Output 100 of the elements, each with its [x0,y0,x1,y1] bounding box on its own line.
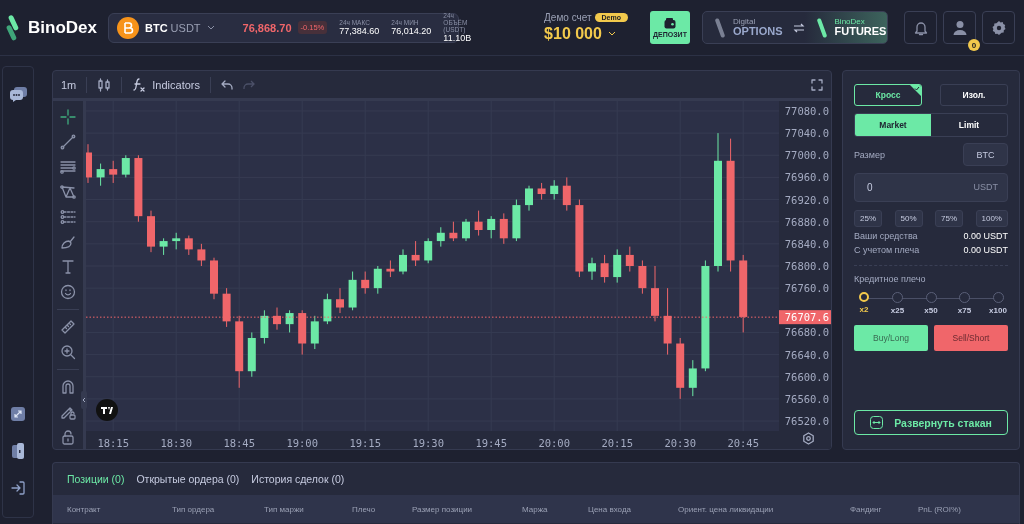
margin-mode-tab[interactable]: Изол. [940,84,1008,106]
chevron-down-icon[interactable] [607,31,616,37]
candles-icon[interactable] [97,77,112,92]
size-unit-button[interactable]: BTC [963,143,1008,166]
settings-button[interactable] [982,11,1015,44]
price-axis-label: 76840.0 [784,237,829,250]
lock-icon[interactable] [60,429,76,445]
time-axis-label: 19:45 [475,437,507,449]
magnet-icon[interactable] [60,379,76,395]
leverage-label: Кредитное плечо [854,274,927,284]
time-axis-label: 20:15 [601,437,633,449]
price-axis-label: 76600.0 [784,370,829,383]
leverage-option[interactable]: x2 [854,292,874,315]
login-icon[interactable] [11,481,25,495]
notification-badge: 0 [968,39,980,51]
expand-icon[interactable] [11,407,25,421]
positions-tab[interactable]: История сделок (0) [251,473,345,485]
fibonacci-icon[interactable] [60,209,76,225]
price-axis-label: 77080.0 [784,104,829,117]
funds-label: С учетом плеча [854,245,920,255]
collapse-icon[interactable] [81,391,87,409]
column-header: Тип ордера [172,504,216,514]
column-header: Цена входа [588,504,632,514]
chat-icon[interactable] [9,87,27,102]
price-axis-label: 76760.0 [784,282,829,295]
stat-value: 11.10B [443,33,472,43]
positions-tab[interactable]: Открытые ордера (0) [136,473,240,485]
time-axis-label: 20:45 [727,437,759,449]
column-header: Плечо [352,504,377,514]
time-axis-label: 19:00 [286,437,318,449]
price-axis-label: 77000.0 [784,149,829,162]
percent-button[interactable]: 100% [975,210,1008,227]
positions-tab[interactable]: Позиции (0) [67,473,125,485]
time-axis-label: 18:15 [97,437,129,449]
user-icon [952,19,967,36]
ruler-icon[interactable] [60,319,76,335]
price-axis-label: 76880.0 [784,215,829,228]
leverage-option[interactable]: x25 [887,292,908,315]
text-tool-icon[interactable] [60,259,76,275]
time-axis-label: 19:30 [412,437,444,449]
logo-mark-icon [715,16,725,39]
order-type-tab[interactable]: Limit [931,114,1007,136]
gear-icon [990,19,1007,36]
check-icon [910,85,921,96]
indicators-button[interactable]: Indicators [132,77,200,92]
arrows-icon [870,416,884,429]
trend-line-icon[interactable] [60,134,76,150]
zoom-in-icon[interactable] [60,344,76,360]
expand-order-book-button[interactable]: Развернуть стакан [854,410,1008,435]
leverage-option[interactable]: x50 [921,292,941,315]
door-icon[interactable] [11,443,25,459]
percent-button[interactable]: 50% [894,210,923,227]
stat-value: 77,384.60 [339,26,380,36]
redo-icon [243,79,255,90]
percent-button[interactable]: 75% [935,210,963,227]
percent-button[interactable]: 25% [854,210,882,227]
time-axis-label: 20:00 [538,437,570,449]
bitcoin-icon [117,16,139,39]
account-label: Демо счет [544,12,592,23]
margin-mode-tab[interactable]: Кросс [854,84,922,106]
swap-icon[interactable] [792,22,805,33]
size-label: Размер [854,149,885,160]
price-axis-label: 76920.0 [784,193,829,206]
buy-long-button[interactable]: Buy/Long [854,325,928,351]
column-header: Тип маржи [264,504,305,514]
stat-value: 76,014.20 [391,26,432,36]
sell-short-button[interactable]: Sell/Short [934,325,1008,351]
horizontal-lines-icon[interactable] [60,159,76,175]
order-type-tab[interactable]: Market [855,114,931,136]
brush-icon[interactable] [60,234,76,250]
market-switch-tab[interactable]: Digital OPTIONS [703,12,793,43]
price-axis-label: 76800.0 [784,260,829,272]
price-axis-label: 76560.0 [784,392,829,405]
interval-button[interactable]: 1m [61,78,77,91]
smiley-icon[interactable] [60,284,76,300]
logo-text: BinoDex [28,17,97,38]
pattern-icon[interactable] [60,184,76,200]
chart-settings-icon[interactable] [802,432,815,445]
undo-icon[interactable] [221,79,233,90]
bell-icon [913,19,928,36]
leverage-option[interactable]: x100 [988,292,1008,315]
notifications-button[interactable] [904,11,937,44]
wallet-icon [664,17,676,29]
crosshair-icon[interactable] [60,109,76,125]
funds-label: Ваши средства [854,231,918,241]
leverage-option[interactable]: x75 [954,292,975,315]
column-header: Маржа [522,504,549,514]
chevron-down-icon[interactable] [206,24,215,31]
time-axis-label: 20:30 [664,437,696,449]
symbol-selector[interactable]: BTC USDT [145,21,201,34]
price-axis-label: 76520.0 [784,415,829,428]
unit-label: USDT [973,182,998,192]
column-header: Фандинг [850,504,883,514]
function-icon [132,77,147,92]
time-axis-label: 18:30 [160,437,192,449]
price-axis-label: 77040.0 [784,127,829,140]
fullscreen-icon[interactable] [811,78,823,91]
price-axis-label: 76640.0 [784,348,829,361]
balance-value[interactable]: $10 000 [544,25,602,43]
funds-value: 0.00 USDT [963,245,1008,255]
